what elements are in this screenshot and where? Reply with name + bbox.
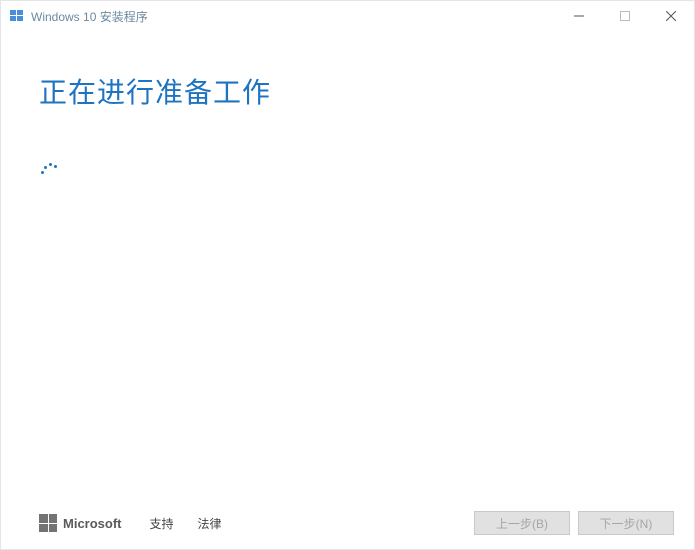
maximize-button[interactable] [602,1,648,31]
footer: Microsoft 支持 法律 上一步(B) 下一步(N) [1,511,694,535]
next-button[interactable]: 下一步(N) [578,511,674,535]
window-controls [556,1,694,31]
window-title: Windows 10 安装程序 [31,8,148,25]
legal-link[interactable]: 法律 [198,515,222,532]
titlebar: Windows 10 安装程序 [1,1,694,31]
microsoft-logo: Microsoft [39,514,122,532]
page-heading: 正在进行准备工作 [39,71,656,111]
close-button[interactable] [648,1,694,31]
footer-links: 支持 法律 [150,515,222,532]
support-link[interactable]: 支持 [150,515,174,532]
microsoft-logo-text: Microsoft [63,516,122,531]
minimize-button[interactable] [556,1,602,31]
back-button[interactable]: 上一步(B) [474,511,570,535]
app-icon [9,8,25,24]
microsoft-logo-icon [39,514,57,532]
main-content: 正在进行准备工作 [1,31,694,183]
loading-spinner-icon [39,161,61,183]
navigation-buttons: 上一步(B) 下一步(N) [474,511,674,535]
